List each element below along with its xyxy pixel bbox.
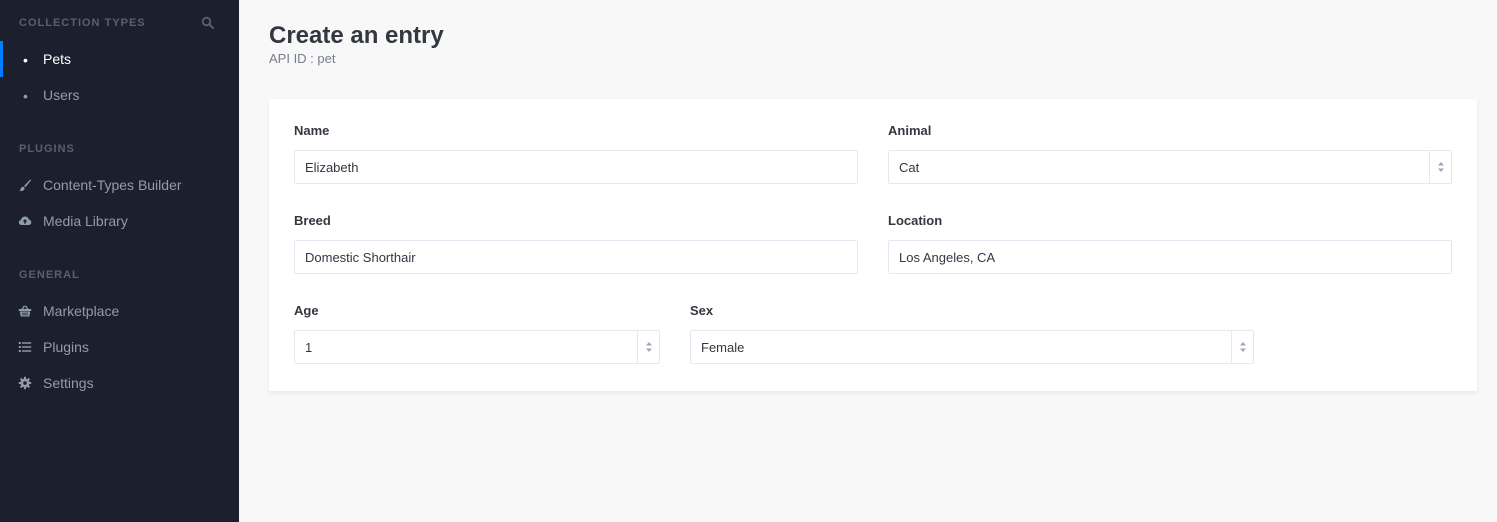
sidebar-item-label: Settings xyxy=(43,375,94,391)
sidebar-item-content-types-builder[interactable]: Content-Types Builder xyxy=(0,167,239,203)
select-arrows-icon xyxy=(1231,331,1253,363)
search-icon[interactable] xyxy=(201,16,215,30)
animal-label: Animal xyxy=(888,123,932,138)
general-title: GENERAL xyxy=(19,269,80,281)
sidebar-item-users[interactable]: • Users xyxy=(0,77,239,113)
page-subtitle: API ID : pet xyxy=(269,51,336,66)
plugins-title: PLUGINS xyxy=(19,143,75,155)
page-title: Create an entry xyxy=(269,22,444,49)
sidebar-item-label: Users xyxy=(43,87,80,103)
sidebar-item-label: Media Library xyxy=(43,213,128,229)
breed-input[interactable]: Domestic Shorthair xyxy=(294,240,858,274)
breed-label: Breed xyxy=(294,213,331,228)
name-label: Name xyxy=(294,123,330,138)
sidebar-item-label: Pets xyxy=(43,51,72,67)
sex-value: Female xyxy=(701,339,745,355)
sex-select[interactable]: Female xyxy=(690,330,1254,364)
sidebar-item-plugins[interactable]: Plugins xyxy=(0,329,239,365)
age-number-input[interactable]: 1 xyxy=(294,330,660,364)
sidebar-item-marketplace[interactable]: Marketplace xyxy=(0,293,239,329)
animal-value: Cat xyxy=(899,159,920,175)
name-input[interactable]: Elizabeth xyxy=(294,150,858,184)
sex-label: Sex xyxy=(690,303,714,318)
bullet-icon: • xyxy=(23,88,28,104)
sidebar-item-label: Marketplace xyxy=(43,303,120,319)
gear-icon xyxy=(18,376,32,390)
location-label: Location xyxy=(888,213,943,228)
number-spinner-icon[interactable] xyxy=(637,331,659,363)
list-icon xyxy=(18,342,32,352)
select-arrows-icon xyxy=(1429,151,1451,183)
bullet-icon: • xyxy=(23,52,28,68)
paintbrush-icon xyxy=(19,179,31,191)
age-value: 1 xyxy=(305,339,313,355)
basket-icon xyxy=(18,305,32,317)
name-value: Elizabeth xyxy=(305,159,359,175)
sidebar-item-pets[interactable]: • Pets xyxy=(0,41,239,77)
breed-value: Domestic Shorthair xyxy=(305,249,416,265)
sidebar-item-media-library[interactable]: Media Library xyxy=(0,203,239,239)
location-value: Los Angeles, CA xyxy=(899,249,996,265)
entry-form-card: Name Elizabeth Animal Cat Breed Domestic… xyxy=(269,99,1477,391)
sidebar: COLLECTION TYPES • Pets • Users PLUGINS … xyxy=(0,0,239,522)
cloud-upload-icon xyxy=(18,216,32,225)
sidebar-item-label: Plugins xyxy=(43,339,89,355)
animal-select[interactable]: Cat xyxy=(888,150,1452,184)
sidebar-item-settings[interactable]: Settings xyxy=(0,365,239,401)
age-label: Age xyxy=(294,303,319,318)
collection-types-title: COLLECTION TYPES xyxy=(19,17,146,29)
location-input[interactable]: Los Angeles, CA xyxy=(888,240,1452,274)
sidebar-item-label: Content-Types Builder xyxy=(43,177,182,193)
